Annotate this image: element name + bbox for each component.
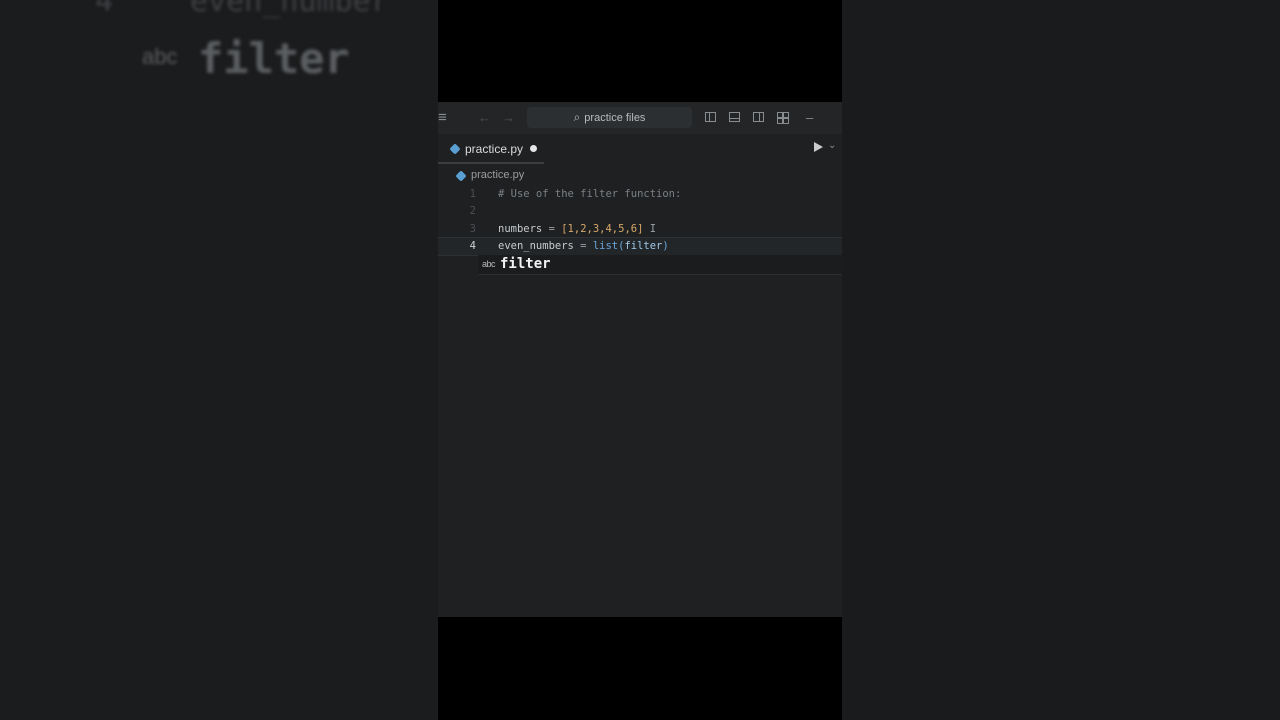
- sidebar-right-icon[interactable]: [753, 112, 764, 122]
- title-bar: ≡ ← → ⌕ practice files –: [438, 102, 842, 134]
- arrow-left-icon[interactable]: ←: [478, 102, 491, 134]
- search-icon: ⌕: [573, 110, 581, 124]
- tab-practice-py[interactable]: practice.py: [438, 134, 544, 164]
- blur-line-number: 4: [95, 0, 114, 19]
- code-line[interactable]: 2: [438, 203, 842, 220]
- line-number: 4: [469, 240, 476, 252]
- identifier: numbers: [498, 223, 543, 235]
- paren: ): [662, 240, 669, 252]
- builtin-call: list(: [592, 240, 625, 252]
- code-line[interactable]: 3 numbers = [1,2,3,4,5,6] I: [438, 221, 842, 238]
- run-icon[interactable]: [814, 142, 823, 152]
- sidebar-left-icon[interactable]: [705, 112, 716, 122]
- line-text: numbers = [1,2,3,4,5,6] I: [498, 221, 656, 238]
- blur-kind: abc: [142, 44, 178, 69]
- hamburger-icon[interactable]: ≡: [438, 102, 447, 134]
- python-file-icon: [449, 143, 461, 155]
- code-line-active[interactable]: 4 even_numbers = list(filter): [438, 237, 842, 256]
- breadcrumb-file[interactable]: practice.py: [471, 169, 524, 181]
- code-line[interactable]: 1 # Use of the filter function:: [438, 186, 842, 203]
- chevron-down-icon[interactable]: ⌄: [828, 140, 836, 151]
- breadcrumb: practice.py: [438, 166, 842, 186]
- layout-grid-icon[interactable]: [777, 112, 789, 124]
- minimize-button[interactable]: –: [806, 102, 813, 134]
- line-number: 2: [469, 205, 476, 217]
- builtin-name: filter: [624, 240, 663, 252]
- suggestion-word: filter: [500, 256, 551, 272]
- tab-bar: practice.py ⌄: [438, 134, 842, 164]
- blur-code-fragment: even_number: [190, 0, 389, 19]
- search-input[interactable]: ⌕ practice files: [527, 107, 692, 128]
- panel-bottom-icon[interactable]: [729, 112, 740, 122]
- blurred-right-panel: [842, 0, 1280, 720]
- line-number: 1: [469, 188, 476, 200]
- tab-label: practice.py: [465, 142, 524, 156]
- arrow-right-icon[interactable]: →: [502, 102, 515, 134]
- blurred-left-panel: 4 even_number abc filter: [0, 0, 438, 720]
- search-placeholder: practice files: [584, 112, 646, 124]
- identifier: even_numbers: [498, 240, 574, 252]
- text-kind-icon: abc: [482, 259, 496, 269]
- operator: =: [542, 223, 562, 235]
- operator: =: [573, 240, 593, 252]
- literal: [1,2,3,4,5,6]: [561, 223, 644, 235]
- text-cursor-icon: I: [643, 223, 657, 235]
- line-number: 3: [469, 223, 476, 235]
- line-text: even_numbers = list(filter): [498, 238, 669, 255]
- blur-word: filter: [198, 34, 350, 83]
- unsaved-dot: [530, 145, 537, 152]
- editor-window: ≡ ← → ⌕ practice files – practice.py ⌄ p…: [438, 102, 842, 617]
- autocomplete-item[interactable]: abc filter: [478, 255, 842, 275]
- line-text: # Use of the filter function:: [498, 188, 682, 200]
- python-file-icon: [455, 170, 467, 182]
